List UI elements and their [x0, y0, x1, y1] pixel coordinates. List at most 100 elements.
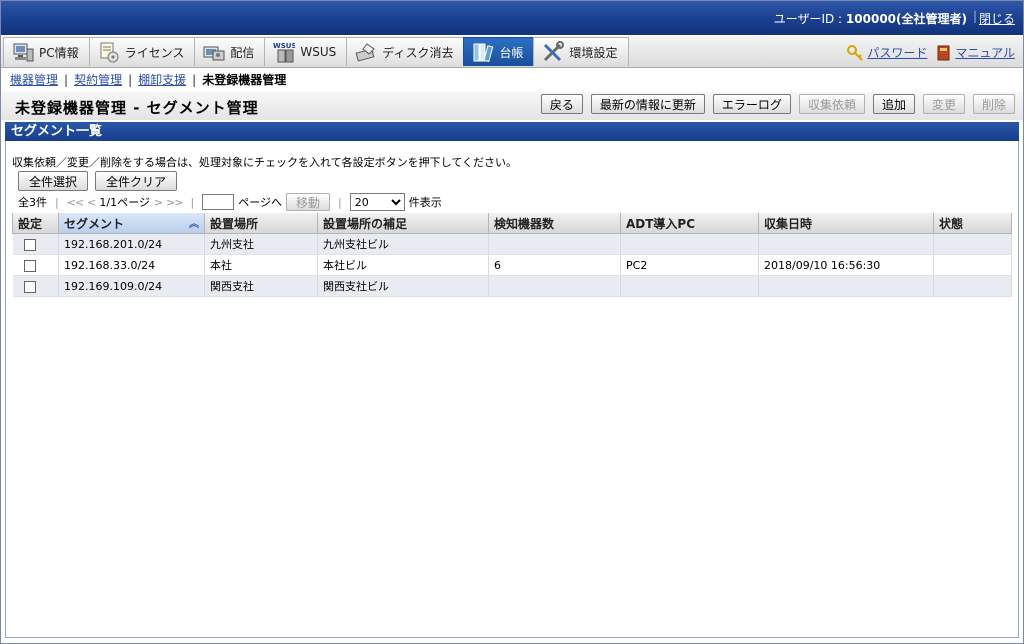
breadcrumb: 機器管理 | 契約管理 | 棚卸支援 | 未登録機器管理 [10, 71, 286, 88]
tab-wsus[interactable]: WSUS WSUS [264, 37, 347, 66]
page-number-input[interactable] [202, 194, 235, 210]
sort-ascending-icon: ︽ [189, 218, 199, 230]
back-button[interactable]: 戻る [540, 94, 583, 114]
adt-pc-cell: PC2 [620, 254, 759, 276]
place-cell: 本社 [204, 254, 318, 276]
tab-label: ディスク消去 [382, 45, 454, 60]
menu-right-links: パスワード マニュアル [847, 44, 1015, 61]
per-page-select[interactable]: 20 [349, 193, 405, 211]
clear-all-button[interactable]: 全件クリア [95, 171, 178, 191]
collected-cell: 2018/09/10 16:56:30 [758, 254, 934, 276]
disk-erase-icon [355, 41, 377, 63]
row-checkbox[interactable] [23, 280, 36, 293]
column-header-adt-pc[interactable]: ADT導入PC [620, 213, 759, 234]
tab-label: WSUS [300, 45, 337, 59]
row-checkbox[interactable] [23, 259, 36, 272]
user-id-label: ユーザーID : [773, 12, 846, 26]
status-cell [933, 233, 1012, 255]
user-info: ユーザーID : 100000(全社管理者) [774, 10, 967, 27]
place-cell: 九州支社 [204, 233, 318, 255]
first-page-link[interactable]: << [67, 196, 84, 209]
row-checkbox-cell [12, 275, 59, 297]
svg-text:WSUS: WSUS [273, 42, 295, 50]
ledger-icon [472, 41, 494, 63]
table-header-row: 設定 セグメント ︽ 設置場所 設置場所の補足 検知機器数 ADT導入PC 収集日… [12, 213, 1012, 234]
menu-bar: PC情報 ライセンス 配信 WSUS WSUS ディスク消去 台帳 環境設定 パ… [1, 36, 1023, 68]
wsus-icon: WSUS [273, 41, 297, 63]
tab-label: 配信 [230, 45, 255, 60]
instruction-text: 収集依頼／変更／削除をする場合は、処理対象にチェックを入れて各設定ボタンを押下し… [12, 156, 518, 169]
user-id-value: 100000(全社管理者) [845, 12, 967, 26]
breadcrumb-current: 未登録機器管理 [202, 73, 287, 87]
select-all-button[interactable]: 全件選択 [18, 171, 89, 191]
segment-cell: 192.168.33.0/24 [58, 254, 205, 276]
tab-settings[interactable]: 環境設定 [533, 37, 629, 66]
add-button[interactable]: 追加 [872, 94, 915, 114]
count-cell [488, 233, 621, 255]
breadcrumb-divider: | [192, 73, 197, 87]
breadcrumb-inventory-support[interactable]: 棚卸支援 [138, 73, 186, 87]
status-cell [933, 254, 1012, 276]
row-checkbox[interactable] [23, 238, 36, 251]
collect-request-button[interactable]: 収集依頼 [798, 94, 865, 114]
pager: 全3件 | << < 1/1ページ > >> | ページへ 移動 | 20 件表… [18, 193, 442, 211]
breadcrumb-divider: | [64, 73, 69, 87]
tab-pc-info[interactable]: PC情報 [3, 37, 89, 66]
count-cell: 6 [488, 254, 621, 276]
pager-divider: | [55, 195, 59, 209]
section-header: セグメント一覧 [5, 122, 1019, 141]
manual-link-label: マニュアル [955, 46, 1015, 60]
tab-license[interactable]: ライセンス [88, 37, 195, 66]
tab-delivery[interactable]: 配信 [194, 37, 265, 66]
breadcrumb-contract-management[interactable]: 契約管理 [74, 73, 122, 87]
manual-link[interactable]: マニュアル [937, 44, 1015, 61]
action-buttons: 戻る 最新の情報に更新 エラーログ 収集依頼 追加 変更 削除 [540, 94, 1015, 114]
adt-pc-cell [620, 233, 759, 255]
settings-icon [542, 41, 565, 63]
move-button[interactable]: 移動 [286, 193, 331, 211]
row-checkbox-cell [12, 254, 59, 276]
license-icon [98, 41, 120, 63]
place-cell: 関西支社 [204, 275, 318, 297]
segment-cell: 192.168.201.0/24 [58, 233, 205, 255]
segment-table: 設定 セグメント ︽ 設置場所 設置場所の補足 検知機器数 ADT導入PC 収集日… [12, 213, 1012, 297]
tab-ledger[interactable]: 台帳 [463, 37, 534, 66]
header-separator: | [972, 9, 977, 23]
column-header-segment[interactable]: セグメント ︽ [58, 213, 205, 234]
manual-book-icon [937, 45, 950, 60]
place-note-cell: 九州支社ビル [317, 233, 489, 255]
count-cell [488, 275, 621, 297]
prev-page-link[interactable]: < [87, 196, 96, 209]
column-header-place-note[interactable]: 設置場所の補足 [317, 213, 489, 234]
refresh-button[interactable]: 最新の情報に更新 [590, 94, 705, 114]
tab-disk-erase[interactable]: ディスク消去 [346, 37, 464, 66]
password-link[interactable]: パスワード [847, 44, 927, 61]
adt-pc-cell [620, 275, 759, 297]
delete-button[interactable]: 削除 [972, 94, 1015, 114]
page-info: 1/1ページ [99, 196, 150, 209]
segment-cell: 192.169.109.0/24 [58, 275, 205, 297]
column-header-collected-at[interactable]: 収集日時 [758, 213, 934, 234]
tab-label: ライセンス [124, 45, 185, 60]
table-row: 192.168.33.0/24 本社 本社ビル 6 PC2 2018/09/10… [12, 254, 1012, 276]
tab-label: PC情報 [39, 45, 79, 60]
key-icon [847, 44, 864, 61]
status-cell [933, 275, 1012, 297]
delivery-icon [203, 41, 225, 63]
column-header-status[interactable]: 状態 [933, 213, 1012, 234]
error-log-button[interactable]: エラーログ [712, 94, 791, 114]
place-note-cell: 本社ビル [317, 254, 489, 276]
breadcrumb-device-management[interactable]: 機器管理 [10, 73, 58, 87]
next-page-link[interactable]: > [154, 196, 163, 209]
column-header-place[interactable]: 設置場所 [204, 213, 318, 234]
place-note-cell: 関西支社ビル [317, 275, 489, 297]
column-header-label: セグメント [64, 216, 125, 231]
last-page-link[interactable]: >> [166, 196, 183, 209]
close-link[interactable]: 閉じる [979, 10, 1015, 27]
collected-cell [758, 275, 934, 297]
change-button[interactable]: 変更 [922, 94, 965, 114]
column-header-detected-count[interactable]: 検知機器数 [488, 213, 621, 234]
pager-divider: | [190, 195, 195, 209]
page-title: 未登録機器管理 - セグメント管理 [15, 99, 259, 117]
main-tabs: PC情報 ライセンス 配信 WSUS WSUS ディスク消去 台帳 環境設定 [3, 37, 629, 66]
